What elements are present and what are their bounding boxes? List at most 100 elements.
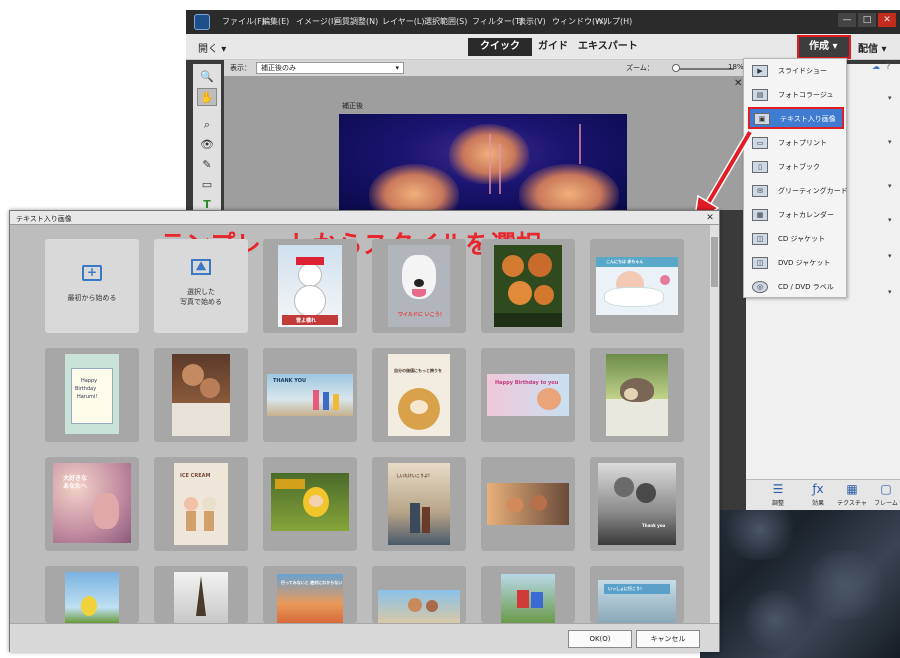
template-food-thumb: [494, 245, 562, 327]
cloud-icon[interactable]: ☁: [872, 62, 880, 71]
create-photo-calendar[interactable]: ▦ フォトカレンダー: [748, 205, 844, 225]
menu-select[interactable]: 選択範囲(S): [424, 16, 467, 27]
dialog-title: テキスト入り画像: [16, 215, 72, 223]
template-tile[interactable]: [45, 566, 139, 623]
open-button[interactable]: 開く ▾: [198, 40, 226, 55]
tab-expert[interactable]: エキスパート: [566, 38, 650, 56]
whiten-teeth-tool-icon[interactable]: ✎: [197, 156, 217, 174]
template-hedgehog-thumb: [606, 354, 668, 436]
create-greeting-card[interactable]: ✉ グリーティングカード: [748, 181, 848, 201]
red-eye-tool-icon[interactable]: 👁: [197, 136, 217, 154]
zoom-slider[interactable]: [674, 68, 734, 70]
dialog-scrollbar[interactable]: [710, 225, 719, 627]
create-cd-jacket[interactable]: ◫ CD ジャケット: [748, 229, 844, 249]
create-disc-label[interactable]: ◎ CD / DVD ラベル: [748, 277, 844, 297]
chevron-down-icon[interactable]: ▾: [888, 288, 892, 296]
start-blank-tile[interactable]: + 最初から始める: [45, 239, 139, 333]
template-beach-thumb: THANK YOU: [267, 374, 353, 416]
close-icon[interactable]: ✕: [704, 212, 716, 224]
disc-label-icon: ◎: [752, 281, 768, 293]
template-tile[interactable]: 雪よ積れ: [263, 239, 357, 333]
cd-jacket-icon: ◫: [752, 233, 768, 245]
template-tile[interactable]: [481, 566, 575, 623]
template-tile[interactable]: THANK YOU: [263, 348, 357, 442]
template-tile[interactable]: [154, 348, 248, 442]
help-icon[interactable]: ?: [886, 62, 890, 71]
template-paris-thumb: [174, 572, 228, 623]
template-tile[interactable]: 大好きな あなたへ: [45, 457, 139, 551]
straighten-tool-icon[interactable]: ▭: [197, 176, 217, 194]
template-icecream-thumb: ICE CREAM: [174, 463, 228, 545]
adjust-button[interactable]: ☰ 調整: [762, 482, 794, 507]
menu-enhance[interactable]: 画質調整(N): [334, 16, 378, 27]
cancel-button[interactable]: キャンセル: [636, 630, 700, 648]
template-tile[interactable]: [154, 566, 248, 623]
template-tile[interactable]: Happy Birthday to you: [481, 348, 575, 442]
template-bike-thumb: [487, 483, 569, 525]
template-tile[interactable]: [372, 566, 466, 623]
template-tile[interactable]: [481, 239, 575, 333]
template-tile[interactable]: いっしょに行こう！: [590, 566, 684, 623]
chevron-down-icon[interactable]: ▾: [888, 252, 892, 260]
effects-button[interactable]: ƒx 効果: [802, 482, 834, 507]
hand-tool-icon[interactable]: ✋: [197, 88, 217, 106]
textures-button[interactable]: ▦ テクスチャ: [836, 482, 868, 507]
template-tile[interactable]: Thank you: [590, 457, 684, 551]
menu-edit[interactable]: 編集(E): [262, 16, 289, 27]
chevron-down-icon[interactable]: ▾: [888, 138, 892, 146]
create-photo-collage[interactable]: ▤ フォトコラージュ: [748, 85, 844, 105]
share-button[interactable]: 配信 ▾: [858, 40, 887, 55]
template-group-thumb: [378, 590, 460, 623]
template-tile[interactable]: Happy Birthday Harumi!: [45, 348, 139, 442]
zoom-value: 18%: [728, 63, 744, 71]
minimize-button[interactable]: —: [838, 13, 856, 27]
dialog-footer: OK(O) キャンセル: [10, 623, 719, 652]
chevron-down-icon[interactable]: ▾: [888, 216, 892, 224]
maximize-button[interactable]: □: [858, 13, 876, 27]
chevron-down-icon[interactable]: ▾: [888, 182, 892, 190]
template-dog-thumb: ワイルドに いこう！: [388, 245, 450, 327]
template-tile[interactable]: [263, 457, 357, 551]
zoom-label: ズーム：: [626, 64, 654, 72]
close-button[interactable]: ✕: [878, 13, 896, 27]
frame-icon: ▢: [880, 482, 892, 496]
title-bar: ファイル(F) 編集(E) イメージ(I) 画質調整(N) レイヤー(L) 選択…: [186, 10, 900, 34]
menu-file[interactable]: ファイル(F): [222, 16, 265, 27]
create-photo-print[interactable]: ▭ フォトプリント: [748, 133, 844, 153]
quick-select-tool-icon[interactable]: ⌕: [197, 116, 217, 134]
template-kids-thumb: [501, 574, 555, 623]
mode-bar: 開く ▾ クイック ガイド エキスパート 作成 ▾ 配信 ▾: [186, 34, 900, 60]
chevron-down-icon[interactable]: ▾: [888, 94, 892, 102]
fx-icon: ƒx: [812, 482, 824, 496]
zoom-slider-handle[interactable]: [672, 64, 680, 72]
template-tile[interactable]: こんにちは 赤ちゃん: [590, 239, 684, 333]
template-tile[interactable]: [590, 348, 684, 442]
frames-button[interactable]: ▢ フレーム: [870, 482, 900, 507]
template-tile[interactable]: 行ってみないと 絶対にわからない: [263, 566, 357, 623]
create-button[interactable]: 作成 ▾: [797, 35, 851, 59]
menu-filter[interactable]: フィルター(T): [472, 16, 523, 27]
menu-image[interactable]: イメージ(I): [296, 16, 336, 27]
create-photo-book[interactable]: ▯ フォトブック: [748, 157, 844, 177]
scrollbar-thumb[interactable]: [711, 237, 718, 287]
tab-quick[interactable]: クイック: [468, 38, 532, 56]
start-with-photo-tile[interactable]: ⛰ 選択した 写真で始める: [154, 239, 248, 333]
template-snowman-thumb: 雪よ積れ: [278, 245, 342, 327]
template-tile[interactable]: しいたけいこうよ!: [372, 457, 466, 551]
template-tile[interactable]: 自分の価値にもっと誇りを: [372, 348, 466, 442]
template-tile[interactable]: [481, 457, 575, 551]
create-dvd-jacket[interactable]: ◫ DVD ジャケット: [748, 253, 844, 273]
dvd-jacket-icon: ◫: [752, 257, 768, 269]
template-tile[interactable]: ワイルドに いこう！: [372, 239, 466, 333]
zoom-tool-icon[interactable]: 🔍: [197, 68, 217, 86]
create-text-image[interactable]: ▣ テキスト入り画像: [748, 107, 844, 129]
view-select[interactable]: 補正後のみ ▾: [256, 62, 404, 74]
close-icon[interactable]: ✕: [734, 78, 742, 89]
create-slideshow[interactable]: ▶ スライドショー: [748, 61, 844, 81]
menu-help[interactable]: ヘルプ(H): [596, 16, 632, 27]
image-canvas: 補正後 ✕: [224, 76, 744, 210]
ok-button[interactable]: OK(O): [568, 630, 632, 648]
menu-layer[interactable]: レイヤー(L): [382, 16, 424, 27]
template-tile[interactable]: ICE CREAM: [154, 457, 248, 551]
menu-view[interactable]: 表示(V): [518, 16, 546, 27]
